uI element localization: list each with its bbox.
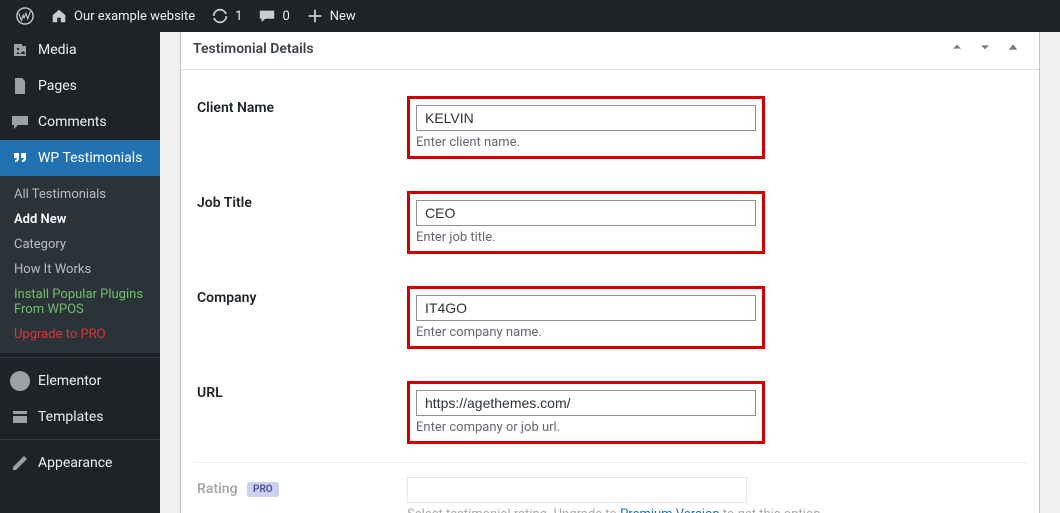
submenu-category[interactable]: Category — [0, 232, 160, 257]
sidebar-item-wp-testimonials[interactable]: WP Testimonials — [0, 140, 160, 176]
sidebar-item-media[interactable]: Media — [0, 32, 160, 68]
appearance-icon — [10, 453, 30, 473]
panel-title: Testimonial Details — [193, 41, 943, 57]
media-icon — [10, 40, 30, 60]
triangle-up-icon — [1006, 40, 1020, 54]
comments-count: 0 — [282, 9, 289, 24]
comments-link[interactable]: 0 — [250, 0, 297, 32]
company-label: Company — [193, 272, 403, 367]
sidebar-item-label: Media — [38, 42, 77, 58]
adminbar: Our example website 1 0 New — [0, 0, 1060, 32]
client-name-highlight: Enter client name. — [407, 96, 765, 159]
quote-icon — [10, 148, 30, 168]
sidebar-item-elementor[interactable]: Elementor — [0, 363, 160, 399]
url-highlight: Enter company or job url. — [407, 381, 765, 444]
sidebar-item-label: WP Testimonials — [38, 150, 142, 166]
panel-toggle-button[interactable] — [999, 40, 1027, 58]
url-label: URL — [193, 367, 403, 463]
company-input[interactable] — [416, 295, 756, 321]
sidebar-item-pages[interactable]: Pages — [0, 68, 160, 104]
panel-body: Client Name Enter client name. Job Title… — [181, 70, 1039, 513]
rating-field-wrap — [407, 477, 1023, 503]
wp-logo[interactable] — [8, 0, 42, 32]
rating-label-text: Rating — [197, 481, 238, 497]
job-title-help: Enter job title. — [416, 230, 756, 245]
new-content-link[interactable]: New — [298, 0, 364, 32]
form-table: Client Name Enter client name. Job Title… — [193, 82, 1027, 513]
submenu-install-popular-plugins[interactable]: Install Popular Plugins From WPOS — [0, 282, 160, 322]
job-title-highlight: Enter job title. — [407, 191, 765, 254]
client-name-help: Enter client name. — [416, 135, 756, 150]
url-input[interactable] — [416, 390, 756, 416]
sidebar-separator — [0, 353, 160, 358]
submenu-how-it-works[interactable]: How It Works — [0, 257, 160, 282]
comments-icon — [10, 112, 30, 132]
chevron-down-icon — [977, 39, 993, 55]
refresh-icon — [211, 7, 229, 25]
rating-label: Rating PRO — [193, 463, 403, 513]
sidebar-item-label: Appearance — [38, 455, 112, 471]
sidebar-item-label: Comments — [38, 114, 107, 130]
sidebar-separator — [0, 435, 160, 440]
pro-badge: PRO — [247, 482, 279, 497]
client-name-label: Client Name — [193, 82, 403, 177]
content-area: Testimonial Details Client Name Enter cl… — [160, 32, 1060, 513]
home-icon — [50, 7, 68, 25]
rating-input — [407, 477, 747, 503]
submenu-add-new[interactable]: Add New — [0, 207, 160, 232]
sidebar-item-templates[interactable]: Templates — [0, 399, 160, 435]
sidebar-item-comments[interactable]: Comments — [0, 104, 160, 140]
wordpress-icon — [16, 7, 34, 25]
premium-version-link[interactable]: Premium Version — [620, 507, 720, 513]
admin-sidebar: Media Pages Comments WP Testimonials All… — [0, 32, 160, 513]
plus-icon — [306, 7, 324, 25]
testimonial-details-panel: Testimonial Details Client Name Enter cl… — [180, 32, 1040, 513]
sidebar-submenu: All Testimonials Add New Category How It… — [0, 176, 160, 353]
templates-icon — [10, 407, 30, 427]
sidebar-item-appearance[interactable]: Appearance — [0, 445, 160, 481]
panel-header: Testimonial Details — [181, 32, 1039, 70]
sidebar-item-label: Templates — [38, 409, 104, 425]
chevron-up-icon — [949, 39, 965, 55]
rating-help: Select testimonial rating. Upgrade to Pr… — [407, 507, 1023, 513]
rating-help-text-2: to get this option. — [720, 507, 824, 513]
site-name: Our example website — [74, 9, 195, 24]
job-title-input[interactable] — [416, 200, 756, 226]
submenu-all-testimonials[interactable]: All Testimonials — [0, 182, 160, 207]
client-name-input[interactable] — [416, 105, 756, 131]
sidebar-item-label: Elementor — [38, 373, 101, 389]
updates-link[interactable]: 1 — [203, 0, 250, 32]
rating-help-text-1: Select testimonial rating. Upgrade to — [407, 507, 620, 513]
move-up-button[interactable] — [943, 39, 971, 59]
new-label: New — [330, 9, 356, 24]
submenu-upgrade-to-pro[interactable]: Upgrade to PRO — [0, 322, 160, 347]
job-title-label: Job Title — [193, 177, 403, 272]
company-highlight: Enter company name. — [407, 286, 765, 349]
move-down-button[interactable] — [971, 39, 999, 59]
updates-count: 1 — [235, 9, 242, 24]
site-name-link[interactable]: Our example website — [42, 0, 203, 32]
company-help: Enter company name. — [416, 325, 756, 340]
url-help: Enter company or job url. — [416, 420, 756, 435]
comment-icon — [258, 7, 276, 25]
elementor-icon — [10, 371, 30, 391]
sidebar-item-label: Pages — [38, 78, 77, 94]
pages-icon — [10, 76, 30, 96]
